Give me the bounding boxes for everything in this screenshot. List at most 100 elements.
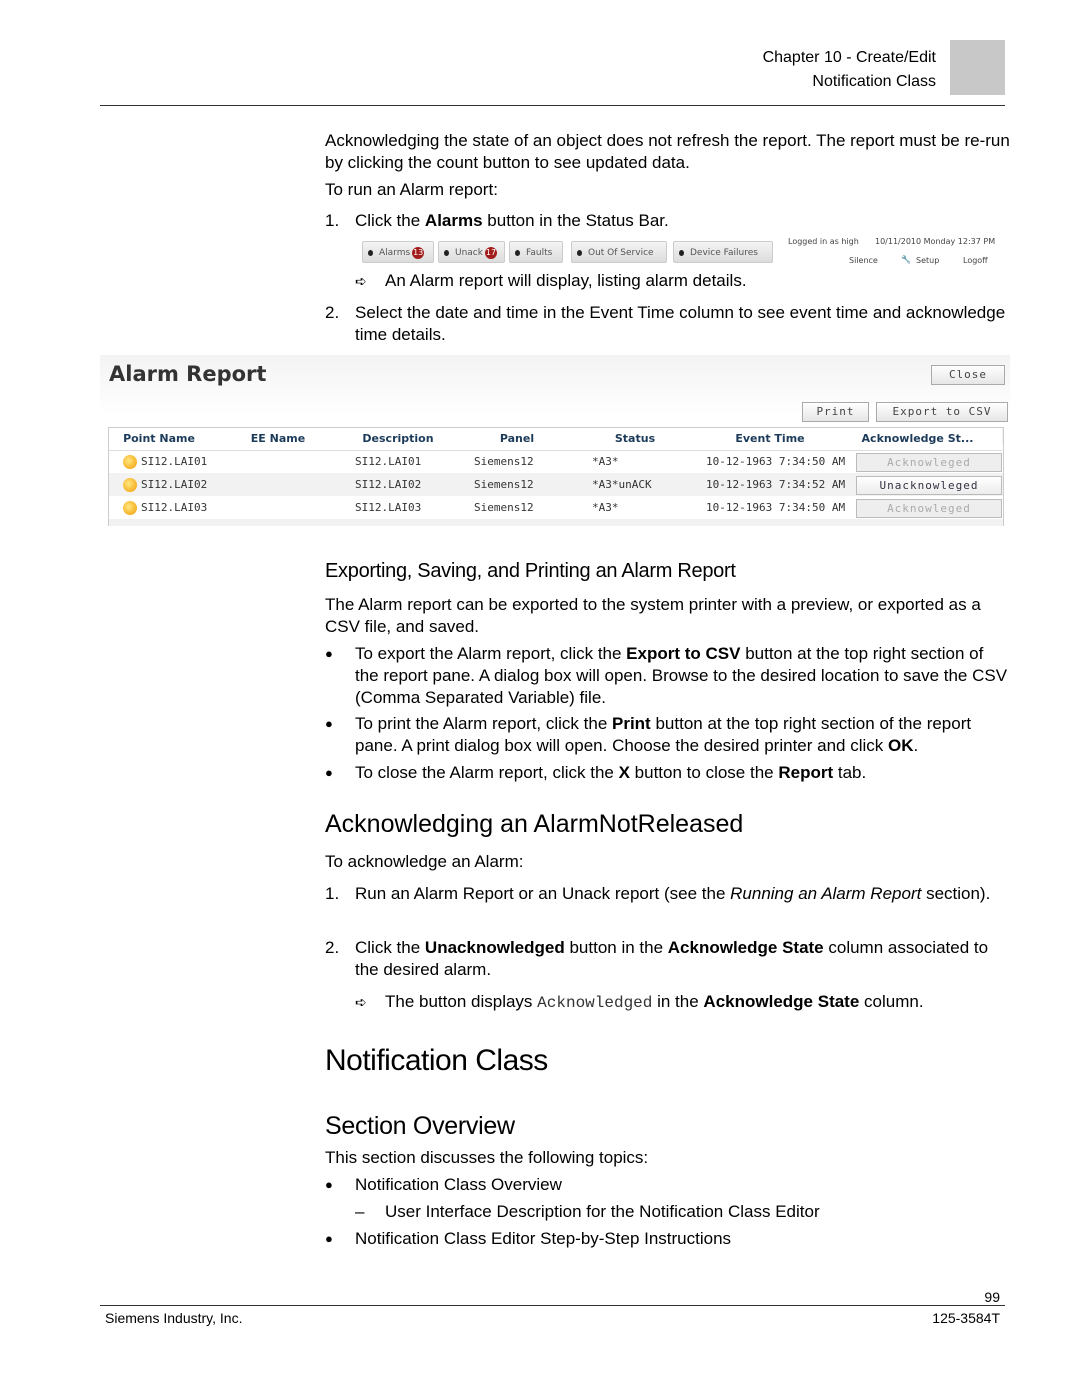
close-button[interactable]: Close <box>931 365 1005 385</box>
ack-step-1: Run an Alarm Report or an Unack report (… <box>355 883 1010 905</box>
bold-text: X <box>618 763 630 782</box>
device-failures-button[interactable]: Device Failures <box>673 241 773 263</box>
section-overview-heading: Section Overview <box>325 1112 515 1140</box>
col-description[interactable]: Description <box>348 429 448 449</box>
text-run: button to close the <box>629 763 779 782</box>
text-run: Notification Class Editor Step-by-Step I… <box>355 1229 732 1248</box>
cell-status: *A3* <box>592 501 619 514</box>
arrow-icon: ➪ <box>355 273 367 289</box>
col-event-time[interactable]: Event Time <box>705 429 835 449</box>
export-heading: Exporting, Saving, and Printing an Alarm… <box>325 560 736 582</box>
col-panel[interactable]: Panel <box>467 429 567 449</box>
bullet-icon: ● <box>325 1177 333 1192</box>
bullet-icon: ● <box>325 716 333 731</box>
alarm-icon <box>123 455 137 469</box>
footer-doc-number: 125-3584T <box>932 1310 1000 1326</box>
bullet-icon: ● <box>325 646 333 661</box>
cell-desc: SI12.LAI01 <box>355 455 422 468</box>
cell-point: SI12.LAI03 <box>141 501 208 514</box>
topic-item: Notification Class Overview <box>355 1174 1010 1196</box>
close-bullet: To close the Alarm report, click the X b… <box>355 762 1010 784</box>
text-run: User Interface Description for the Notif… <box>385 1202 820 1221</box>
col-ee-name[interactable]: EE Name <box>228 429 328 449</box>
notification-class-heading: Notification Class <box>325 1044 548 1077</box>
bullet-icon: ● <box>325 1231 333 1246</box>
bold-text: Unacknowledged <box>424 938 565 957</box>
text-run: Select the date and time in the Event Ti… <box>355 303 1006 344</box>
unack-count-badge: 17 <box>484 247 497 259</box>
cell-panel: Siemens12 <box>474 501 534 514</box>
cell-event-time[interactable]: 10-12-1963 7:34:50 AM <box>706 497 845 519</box>
step-1: Click the Alarms button in the Status Ba… <box>355 210 1010 232</box>
cell-panel: Siemens12 <box>474 455 534 468</box>
alarms-label: Alarms <box>379 248 411 258</box>
text-run: This section discusses the following top… <box>325 1148 649 1167</box>
cell-panel: Siemens12 <box>474 478 534 491</box>
silence-link[interactable]: Silence <box>849 256 878 265</box>
text-run: Click the <box>355 211 425 230</box>
ack-step-2: Click the Unacknowledged button in the A… <box>355 937 1010 981</box>
bold-text: Acknowledge State <box>667 938 824 957</box>
unacknowledged-button[interactable]: Unacknowleged <box>856 476 1002 495</box>
ack-intro: To acknowledge an Alarm: <box>325 851 1010 873</box>
text-run: To acknowledge an Alarm: <box>325 852 524 871</box>
unack-button[interactable]: Unack 17 <box>438 241 505 263</box>
text-run: The Alarm report can be exported to the … <box>325 595 981 636</box>
run-intro: To run an Alarm report: <box>325 179 1010 201</box>
text-run: Acknowledging the state of an object doe… <box>325 131 1010 172</box>
result-1: An Alarm report will display, listing al… <box>385 270 1070 292</box>
faults-button[interactable]: Faults <box>509 241 563 263</box>
cell-status: *A3* <box>592 455 619 468</box>
header-rule <box>100 105 1005 106</box>
text-run: To export the Alarm report, click the <box>355 644 627 663</box>
text-run: tab. <box>833 763 867 782</box>
cell-event-time[interactable]: 10-12-1963 7:34:52 AM <box>706 474 845 496</box>
text-run: button in the Status Bar. <box>482 211 669 230</box>
export-csv-button[interactable]: Export to CSV <box>876 402 1008 422</box>
text-run: . <box>913 736 919 755</box>
unack-label: Unack <box>455 248 483 258</box>
document-page: Chapter 10 - Create/Edit Notification Cl… <box>0 0 1080 1397</box>
intro-paragraph: Acknowledging the state of an object doe… <box>325 130 1010 174</box>
ack-heading: Acknowledging an AlarmNotReleased <box>325 810 744 838</box>
footer-company: Siemens Industry, Inc. <box>105 1310 243 1326</box>
text-run: Click the <box>355 938 425 957</box>
col-acknowledge-state[interactable]: Acknowledge St... <box>855 429 980 449</box>
print-button[interactable]: Print <box>802 402 869 422</box>
print-bullet: To print the Alarm report, click the Pri… <box>355 713 1010 757</box>
datetime-text: 10/11/2010 Monday 12:37 PM <box>875 237 996 246</box>
export-bullet: To export the Alarm report, click the Ex… <box>355 643 1010 709</box>
arrow-icon: ➪ <box>355 994 367 1010</box>
cell-point: SI12.LAI02 <box>141 478 208 491</box>
bold-text: OK <box>888 736 914 755</box>
bold-text: Alarms <box>424 211 483 230</box>
out-of-service-button[interactable]: Out Of Service <box>571 241 667 263</box>
cell-event-time[interactable]: 10-12-1963 7:34:50 AM <box>706 451 845 473</box>
export-paragraph: The Alarm report can be exported to the … <box>325 594 1010 638</box>
bold-text: Acknowledge State <box>703 992 860 1011</box>
cell-point: SI12.LAI01 <box>141 455 208 468</box>
cell-status: *A3*unACK <box>592 478 652 491</box>
header-chapter: Chapter 10 - Create/Edit <box>762 49 936 66</box>
footer-rule <box>100 1305 1005 1306</box>
col-point-name[interactable]: Point Name <box>109 429 209 449</box>
alarms-button[interactable]: Alarms 13 <box>362 241 434 263</box>
text-run: An Alarm report will display, listing al… <box>385 271 747 290</box>
logoff-link[interactable]: Logoff <box>963 256 988 265</box>
setup-link[interactable]: Setup <box>916 256 939 265</box>
alarm-report-title: Alarm Report <box>109 362 267 386</box>
step-2: Select the date and time in the Event Ti… <box>355 302 1010 346</box>
col-status[interactable]: Status <box>585 429 685 449</box>
text-run: column. <box>859 992 924 1011</box>
topic-subitem: User Interface Description for the Notif… <box>385 1201 1070 1223</box>
alarms-count-badge: 13 <box>412 247 425 259</box>
text-run: section). <box>921 884 991 903</box>
cell-desc: SI12.LAI03 <box>355 501 422 514</box>
text-run: Run an Alarm Report or an Unack report (… <box>355 884 731 903</box>
alarm-icon <box>123 478 137 492</box>
page-number: 99 <box>984 1289 1000 1305</box>
header-section: Notification Class <box>812 73 936 90</box>
logged-in-text: Logged in as high <box>788 237 859 246</box>
code-text: Acknowledged <box>537 994 653 1012</box>
acknowledged-button: Acknowleged <box>856 499 1002 518</box>
